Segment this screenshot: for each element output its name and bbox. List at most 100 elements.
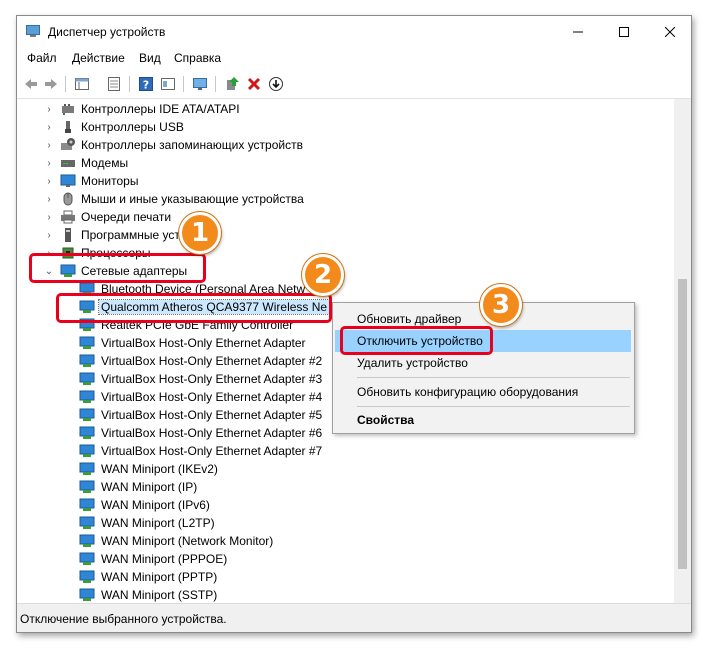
expand-chevron-icon[interactable]: › xyxy=(44,102,54,116)
forward-arrow-icon xyxy=(45,79,57,89)
context-menu: Обновить драйвер Отключить устройство Уд… xyxy=(332,302,635,434)
tree-category-label: Программные устр xyxy=(81,228,187,242)
network-adapter-icon xyxy=(79,408,95,421)
help-icon: ? xyxy=(139,77,153,92)
tree-category-label: Контроллеры запоминающих устройств xyxy=(81,138,303,152)
back-button[interactable] xyxy=(22,75,40,93)
help-button[interactable]: ? xyxy=(137,75,155,93)
printer-icon xyxy=(61,210,75,224)
tree-category-modems[interactable]: › Модемы xyxy=(17,154,675,172)
tree-item-wan-miniport[interactable]: WAN Miniport (SSTP) xyxy=(17,586,675,603)
tree-item-label: VirtualBox Host-Only Ethernet Adapter #5 xyxy=(101,408,323,422)
tree-category-usb[interactable]: › Контроллеры USB xyxy=(17,118,675,136)
show-hide-tree-button[interactable] xyxy=(73,75,91,93)
tree-item-label: VirtualBox Host-Only Ethernet Adapter #4 xyxy=(101,390,323,404)
uninstall-button[interactable] xyxy=(245,75,263,93)
tree-item-wan-miniport[interactable]: WAN Miniport (L2TP) xyxy=(17,514,675,532)
scrollbar-thumb[interactable] xyxy=(678,279,687,569)
tree-item-wan-miniport[interactable]: WAN Miniport (IKEv2) xyxy=(17,460,675,478)
step-badge-2: 2 xyxy=(302,254,344,296)
network-adapter-icon xyxy=(79,516,95,529)
tree-category-monitors[interactable]: › Мониторы xyxy=(17,172,675,190)
menu-view[interactable]: Вид xyxy=(139,51,161,65)
back-arrow-icon xyxy=(25,79,37,89)
tree-category-label: Мониторы xyxy=(81,174,139,188)
highlight-qualcomm-adapter xyxy=(56,293,332,323)
tree-item-label: WAN Miniport (IKEv2) xyxy=(101,462,218,476)
toolbar-separator xyxy=(183,76,184,92)
expand-chevron-icon[interactable]: › xyxy=(44,156,54,170)
expand-chevron-icon[interactable]: › xyxy=(44,174,54,188)
tree-item-label: WAN Miniport (L2TP) xyxy=(101,516,215,530)
mouse-icon xyxy=(63,192,73,206)
menu-bar: Файл Действие Вид Справка xyxy=(17,47,691,69)
tree-category-label: Контроллеры IDE ATA/ATAPI xyxy=(81,102,240,116)
tree-item-label: VirtualBox Host-Only Ethernet Adapter #3 xyxy=(101,372,323,386)
network-adapter-icon xyxy=(79,534,95,547)
menu-scan-hardware[interactable]: Обновить конфигурацию оборудования xyxy=(335,381,631,403)
menu-file[interactable]: Файл xyxy=(27,51,57,65)
expand-chevron-icon[interactable]: › xyxy=(44,228,54,242)
close-button[interactable] xyxy=(647,16,691,47)
software-device-icon xyxy=(65,228,71,242)
network-adapter-icon xyxy=(79,426,95,439)
maximize-button[interactable] xyxy=(601,16,647,47)
tree-item-wan-miniport[interactable]: WAN Miniport (PPPOE) xyxy=(17,550,675,568)
tree-item-wan-miniport[interactable]: WAN Miniport (IPv6) xyxy=(17,496,675,514)
tree-item-wan-miniport[interactable]: WAN Miniport (PPTP) xyxy=(17,568,675,586)
disable-device-button[interactable] xyxy=(267,75,285,93)
tree-item-wan-miniport[interactable]: WAN Miniport (Network Monitor) xyxy=(17,532,675,550)
tree-category-storage[interactable]: › Контроллеры запоминающих устройств xyxy=(17,136,675,154)
tree-category-ide[interactable]: › Контроллеры IDE ATA/ATAPI xyxy=(17,100,675,118)
minimize-button[interactable] xyxy=(555,16,601,47)
highlight-disable-device xyxy=(340,326,493,355)
toolbar-separator xyxy=(65,76,66,92)
menu-item-label: Обновить драйвер xyxy=(357,312,462,326)
download-circle-icon xyxy=(269,77,283,91)
tree-category-mice[interactable]: › Мыши и иные указывающие устройства xyxy=(17,190,675,208)
toolbar: ? xyxy=(17,70,691,99)
expand-chevron-icon[interactable]: › xyxy=(44,138,54,152)
network-adapter-icon xyxy=(79,480,95,493)
menu-action[interactable]: Действие xyxy=(72,51,125,65)
tree-item-label: WAN Miniport (IPv6) xyxy=(101,498,210,512)
close-icon xyxy=(665,26,675,37)
tree-item-label: VirtualBox Host-Only Ethernet Adapter #7 xyxy=(101,444,323,458)
network-adapter-icon xyxy=(79,462,95,475)
menu-separator xyxy=(357,377,630,378)
usb-icon xyxy=(65,121,71,133)
tree-item-label: WAN Miniport (PPTP) xyxy=(101,570,218,584)
network-adapter-icon xyxy=(79,552,95,565)
properties-toolbar-button[interactable] xyxy=(105,75,123,93)
view-toggle-button[interactable] xyxy=(159,75,177,93)
red-x-icon xyxy=(247,77,261,91)
tree-category-label: Модемы xyxy=(81,156,129,170)
menu-properties[interactable]: Свойства xyxy=(335,409,631,431)
update-driver-button[interactable] xyxy=(223,75,241,93)
step-badge-3: 3 xyxy=(480,284,522,326)
modem-icon xyxy=(61,160,75,167)
network-adapter-icon xyxy=(79,372,95,385)
tree-item-wan-miniport[interactable]: WAN Miniport (IP) xyxy=(17,478,675,496)
tree-category-software[interactable]: › Программные устр xyxy=(17,226,675,244)
expand-chevron-icon[interactable]: › xyxy=(44,210,54,224)
network-adapter-icon xyxy=(79,390,95,403)
storage-controller-icon xyxy=(61,138,75,150)
scan-hardware-button[interactable] xyxy=(191,75,209,93)
network-adapter-icon xyxy=(79,570,95,583)
expand-chevron-icon[interactable]: › xyxy=(44,192,54,206)
tree-item-virtualbox-adapter[interactable]: VirtualBox Host-Only Ethernet Adapter #7 xyxy=(17,442,675,460)
monitor-icon xyxy=(60,174,76,187)
tree-category-label: Контроллеры USB xyxy=(81,120,184,134)
tree-category-print-queues[interactable]: › Очереди печати xyxy=(17,208,675,226)
vertical-scrollbar[interactable] xyxy=(674,99,691,603)
tree-item-label: VirtualBox Host-Only Ethernet Adapter xyxy=(101,336,306,350)
expand-chevron-icon[interactable]: › xyxy=(44,120,54,134)
menu-uninstall-device[interactable]: Удалить устройство xyxy=(335,352,631,374)
menu-help[interactable]: Справка xyxy=(174,51,221,65)
forward-button[interactable] xyxy=(42,75,60,93)
svg-text:?: ? xyxy=(143,79,149,92)
title-bar: Диспетчер устройств xyxy=(17,16,691,47)
menu-separator xyxy=(357,406,630,407)
console-tree-icon xyxy=(75,78,89,90)
